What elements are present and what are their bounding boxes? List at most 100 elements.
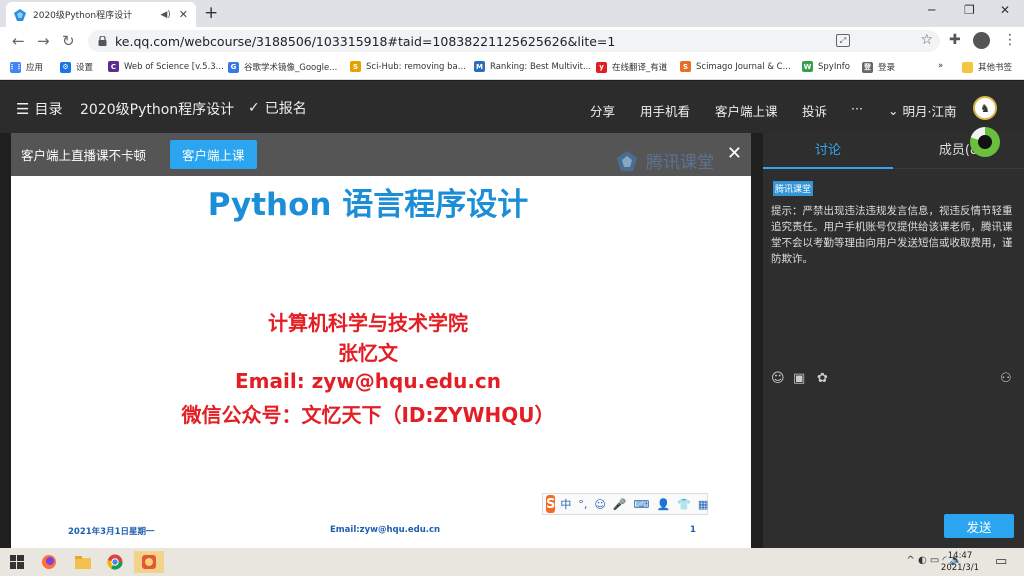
other-bookmarks[interactable]: 其他书签 xyxy=(962,61,1012,73)
windows-taskbar: ^ ◐ ▭ ◜ 🔈 14:47 2021/3/1 ▭ xyxy=(0,548,1024,576)
browser-tab[interactable]: 2020级Python程序设计 ◀) ✕ xyxy=(6,2,196,27)
tab-close-icon[interactable]: ✕ xyxy=(179,8,188,21)
file-explorer-icon[interactable] xyxy=(68,551,98,573)
reload-icon[interactable]: ↻ xyxy=(62,32,75,50)
person-settings-icon[interactable]: ⚇ xyxy=(1000,371,1012,386)
slide-email: Email: zyw@hqu.edu.cn xyxy=(234,369,502,393)
promo-text: 客户端上直播课不卡顿 xyxy=(21,148,147,163)
hamburger-menu-icon: ☰ xyxy=(16,100,30,118)
input-method-toolbar[interactable]: S 中 °, ☺ 🎤 ⌨ 👤 👕 ▦ xyxy=(542,493,708,515)
bookmark-item[interactable]: M Ranking: Best Multivit... xyxy=(474,61,591,72)
bookmarks-bar: ⋮⋮ 应用 ⚙ 设置 C Web of Science [v.5.3... G … xyxy=(0,56,1024,80)
ime-keyboard-icon[interactable]: ⌨ xyxy=(634,498,650,511)
system-clock[interactable]: 14:47 2021/3/1 xyxy=(938,550,982,574)
ime-skin-icon[interactable]: 👕 xyxy=(677,498,691,511)
bookmark-item[interactable]: C Web of Science [v.5.3... xyxy=(108,61,224,72)
bookmark-item[interactable]: S Sci-Hub: removing ba... xyxy=(350,61,466,72)
sjr-icon: S xyxy=(680,61,691,72)
maximize-window-button[interactable]: ❐ xyxy=(964,3,975,17)
bookmark-item[interactable]: W SpyInfo xyxy=(802,61,850,72)
bookmark-star-icon[interactable]: ☆ xyxy=(920,32,933,48)
catalog-button[interactable]: ☰ 目录 xyxy=(16,99,62,119)
bookmark-label: Sci-Hub: removing ba... xyxy=(366,61,466,72)
ime-emoji-icon[interactable]: ☺ xyxy=(594,498,605,511)
url-text: ke.qq.com/webcourse/3188506/103315918#ta… xyxy=(115,33,616,49)
flower-icon[interactable]: ✿ xyxy=(817,371,828,386)
slide-author: 张忆文 xyxy=(338,341,398,365)
new-tab-button[interactable]: + xyxy=(204,4,218,22)
bookmark-item[interactable]: y 在线翻译_有道 xyxy=(596,61,667,73)
watch-on-phone-button[interactable]: 用手机看 xyxy=(640,101,690,120)
gear-icon: ⚙ xyxy=(60,61,71,73)
image-icon[interactable]: ▣ xyxy=(793,371,805,386)
tab-discussion[interactable]: 讨论 xyxy=(763,133,893,169)
send-button[interactable]: 发送 xyxy=(944,514,1014,538)
emoji-icon[interactable]: ☺ xyxy=(771,371,785,386)
tab-members[interactable]: 成员(8 xyxy=(893,133,1024,169)
course-title: 2020级Python程序设计 xyxy=(80,102,235,118)
more-options-button[interactable]: ··· xyxy=(851,101,863,116)
ime-chinese-mode[interactable]: 中 xyxy=(560,496,571,512)
scholar-icon: G xyxy=(228,61,239,73)
enrolled-status: ✓ 已报名 xyxy=(248,98,307,118)
sogou-logo-icon: S xyxy=(546,495,556,513)
bookmark-label: 登录 xyxy=(878,63,896,73)
panel-tabs: 讨论 成员(8 xyxy=(763,127,1024,169)
watermark-text: 腾讯课堂 xyxy=(646,153,714,173)
slide-department: 计算机科学与技术学院 xyxy=(268,311,468,335)
bookmark-label: Scimago Journal & C... xyxy=(696,61,791,72)
chrome-icon[interactable] xyxy=(100,551,130,573)
bookmarks-overflow-icon[interactable]: » xyxy=(938,61,943,71)
bookmark-item[interactable]: S Scimago Journal & C... xyxy=(680,61,791,72)
browser-menu-icon[interactable]: ⋮ xyxy=(1003,32,1017,48)
address-bar[interactable]: ke.qq.com/webcourse/3188506/103315918#ta… xyxy=(88,30,940,52)
bookmark-item[interactable]: ⚙ 设置 xyxy=(60,61,93,73)
share-button[interactable]: 分享 xyxy=(590,101,615,120)
firefox-icon[interactable] xyxy=(34,551,64,573)
bookmark-label: 应用 xyxy=(26,63,44,73)
tencent-classroom-watermark: 腾讯课堂 xyxy=(616,148,714,173)
windows-start-icon[interactable] xyxy=(2,551,32,573)
username: 明月·江南 xyxy=(902,104,957,119)
notification-center-icon[interactable]: ▭ xyxy=(995,554,1007,569)
profile-avatar-icon[interactable] xyxy=(973,32,990,49)
bookmark-item[interactable]: 登 登录 xyxy=(862,61,895,73)
teacher-avatar[interactable] xyxy=(970,127,1000,157)
other-bookmarks-label: 其他书签 xyxy=(978,63,1013,73)
ime-toolbox-icon[interactable]: ▦ xyxy=(698,498,708,511)
notice-text: 提示：严禁出现违法违规发言信息，视违反情节轻重追究责任。用户手机账号仅提供给该课… xyxy=(771,205,1013,265)
bookmark-item[interactable]: ⋮⋮ 应用 xyxy=(9,61,44,73)
scihub-icon: S xyxy=(350,61,361,72)
ime-voice-icon[interactable]: 🎤 xyxy=(613,498,627,511)
bookmark-label: 设置 xyxy=(76,63,94,73)
client-class-button[interactable]: 客户端上课 xyxy=(715,101,778,120)
user-avatar[interactable]: ♞ xyxy=(973,96,997,120)
ime-punctuation-icon[interactable]: °, xyxy=(578,498,587,511)
minimize-window-button[interactable]: ─ xyxy=(928,3,935,17)
login-icon: 登 xyxy=(862,61,873,73)
complaint-button[interactable]: 投诉 xyxy=(802,101,827,120)
bookmark-item[interactable]: G 谷歌学术镜像_Google... xyxy=(228,61,337,73)
live-video-player[interactable]: 客户端上直播课不卡顿 客户端上课 ✕ 腾讯课堂 Python 语言程序设计 计算… xyxy=(11,133,751,548)
open-client-button[interactable]: 客户端上课 xyxy=(170,140,257,169)
back-arrow-icon[interactable]: ← xyxy=(12,32,25,50)
camera-access-icon[interactable]: ⤢ xyxy=(836,34,850,47)
slide-footer-date: 2021年3月1日星期一 xyxy=(68,527,155,537)
close-window-button[interactable]: ✕ xyxy=(1000,3,1010,17)
ime-user-icon[interactable]: 👤 xyxy=(656,498,670,511)
youdao-icon: y xyxy=(596,61,607,73)
slide-page-number: 1 xyxy=(690,525,696,535)
bookmark-label: 谷歌学术镜像_Google... xyxy=(244,63,338,73)
chevron-down-icon: ⌄ xyxy=(888,103,899,118)
clock-time: 14:47 xyxy=(947,551,973,561)
tab-audio-icon[interactable]: ◀) xyxy=(160,10,170,20)
m-icon: M xyxy=(474,61,485,72)
user-menu[interactable]: ⌄ 明月·江南 xyxy=(888,101,956,120)
tencent-classroom-app-icon[interactable] xyxy=(134,551,164,573)
forward-arrow-icon[interactable]: → xyxy=(37,32,50,50)
close-icon[interactable]: ✕ xyxy=(727,143,742,164)
extensions-puzzle-icon[interactable]: ✚ xyxy=(949,32,961,48)
slide-footer-email: Email:zyw@hqu.edu.cn xyxy=(330,525,441,535)
bookmark-label: SpyInfo xyxy=(818,61,850,72)
folder-icon xyxy=(962,61,973,73)
